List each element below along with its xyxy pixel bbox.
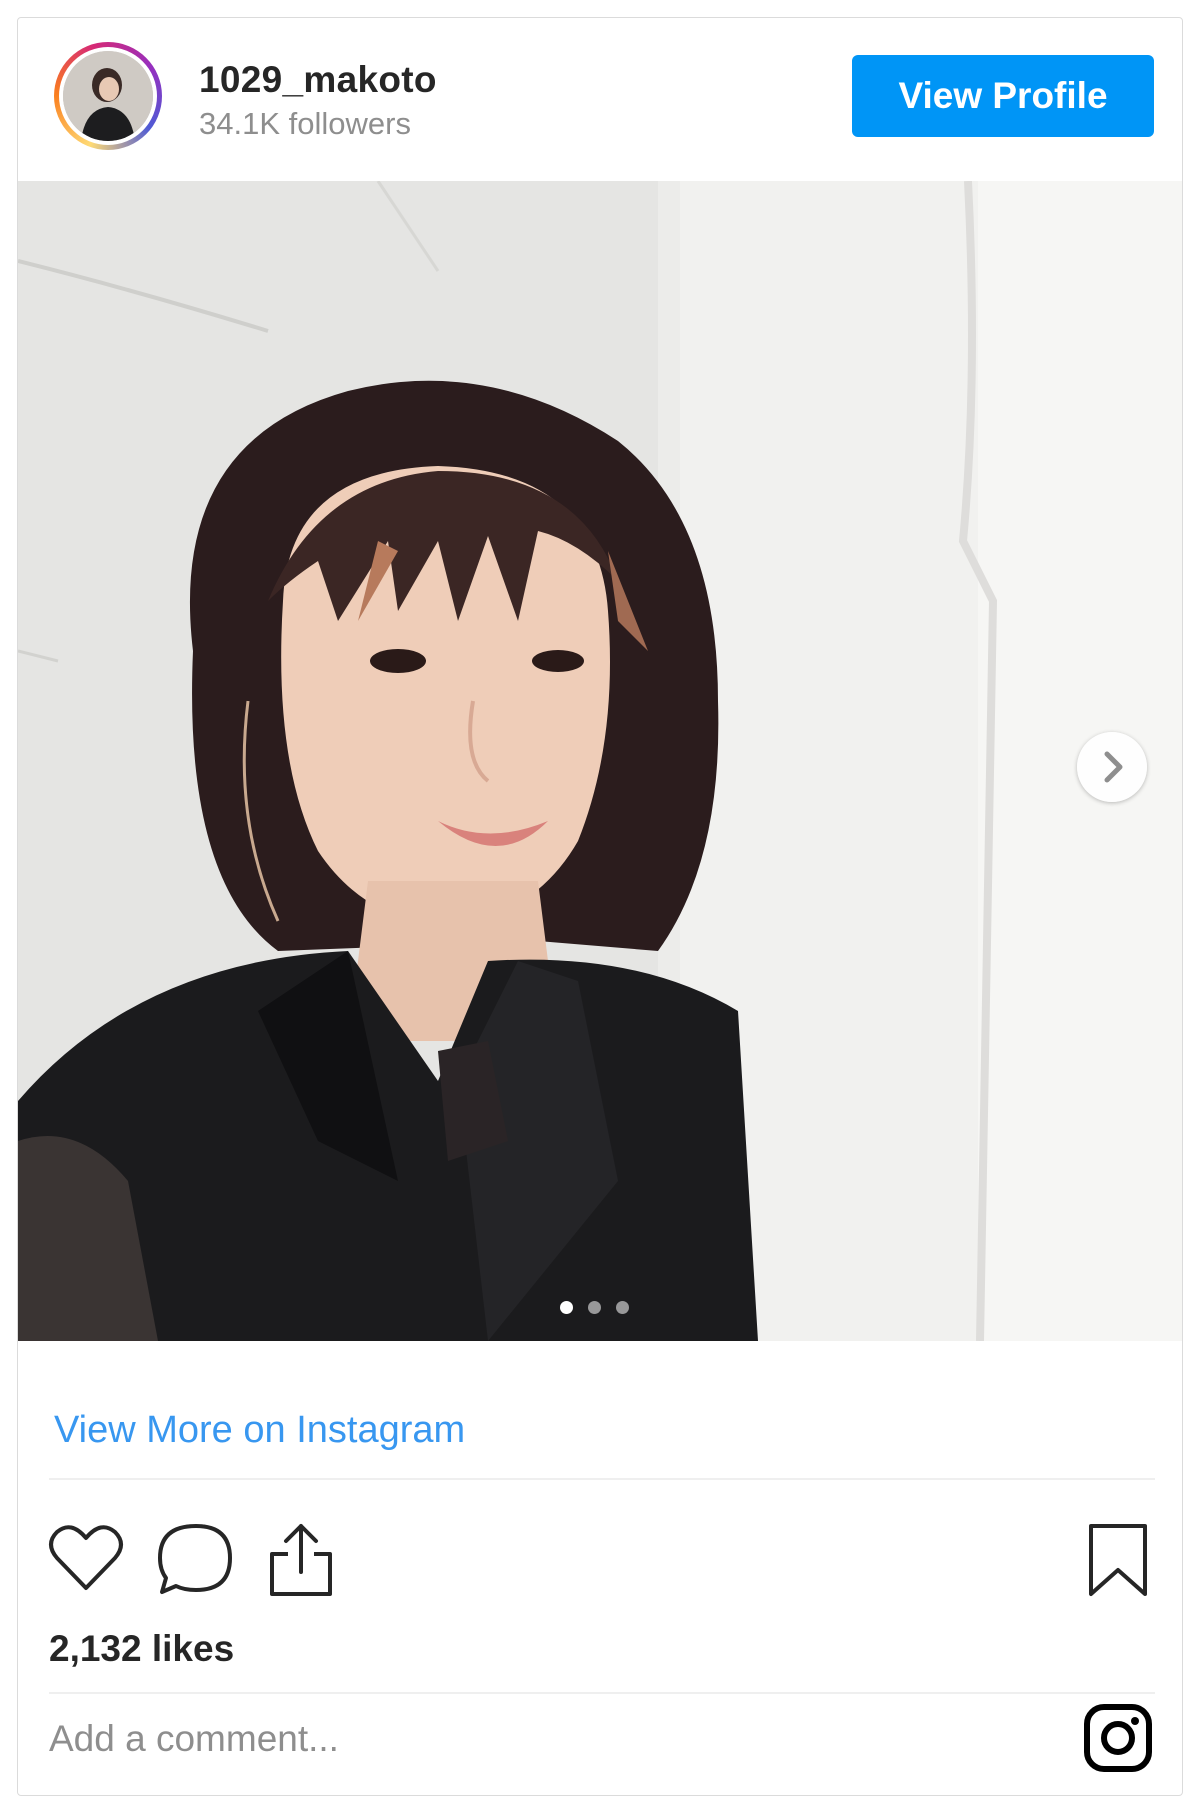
instagram-icon[interactable] bbox=[1083, 1703, 1153, 1773]
view-profile-button[interactable]: View Profile bbox=[852, 55, 1154, 137]
divider bbox=[49, 1692, 1155, 1694]
instagram-embed-card: 1029_makoto 34.1K followers View Profile bbox=[17, 17, 1183, 1796]
avatar-story-ring[interactable] bbox=[54, 42, 162, 150]
next-slide-button[interactable] bbox=[1077, 732, 1147, 802]
bookmark-icon[interactable] bbox=[1086, 1522, 1150, 1598]
avatar bbox=[63, 51, 153, 141]
view-more-link[interactable]: View More on Instagram bbox=[54, 1409, 465, 1452]
carousel-dot bbox=[588, 1301, 601, 1314]
divider bbox=[49, 1478, 1155, 1480]
username[interactable]: 1029_makoto bbox=[199, 59, 437, 101]
post-photo[interactable] bbox=[18, 181, 1182, 1341]
share-icon[interactable] bbox=[266, 1522, 336, 1598]
like-count: 2,132 likes bbox=[49, 1628, 235, 1669]
comment-icon[interactable] bbox=[156, 1522, 236, 1596]
post-header: 1029_makoto 34.1K followers View Profile bbox=[18, 18, 1182, 181]
heart-icon[interactable] bbox=[47, 1522, 125, 1594]
carousel-dot bbox=[616, 1301, 629, 1314]
post-photo-illustration bbox=[18, 181, 1182, 1341]
action-bar bbox=[18, 1508, 1182, 1598]
chevron-right-icon bbox=[1104, 751, 1123, 783]
comment-input[interactable]: Add a comment... bbox=[49, 1718, 339, 1760]
follower-count: 34.1K followers bbox=[199, 106, 411, 141]
carousel-dot-active bbox=[560, 1301, 573, 1314]
